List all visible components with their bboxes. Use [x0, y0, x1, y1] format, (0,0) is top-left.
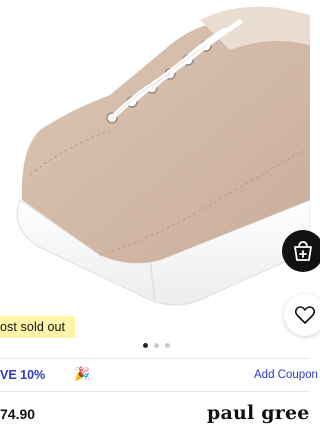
- promo-bar: VE 10% 🎉 Add Coupon: [0, 358, 318, 392]
- add-coupon-link[interactable]: Add Coupon: [254, 369, 318, 381]
- sneaker-illustration: [16, 6, 310, 306]
- pagination-dot-3[interactable]: [165, 343, 170, 348]
- promo-text: VE 10%: [0, 368, 46, 382]
- party-popper-icon: 🎉: [74, 366, 91, 381]
- image-pagination[interactable]: [143, 343, 170, 348]
- pagination-dot-1[interactable]: [143, 343, 148, 348]
- product-image[interactable]: [0, 0, 310, 335]
- brand-name[interactable]: paul gree: [207, 402, 310, 424]
- availability-badge: ost sold out: [0, 316, 76, 338]
- pagination-dot-2[interactable]: [154, 343, 159, 348]
- heart-outline-icon: [295, 306, 315, 324]
- wishlist-button[interactable]: [284, 294, 320, 336]
- shopping-bag-plus-icon: [294, 241, 312, 261]
- product-price: 74.90: [0, 406, 36, 422]
- add-to-bag-button[interactable]: [282, 230, 320, 272]
- availability-badge-text: ost sold out: [0, 320, 66, 334]
